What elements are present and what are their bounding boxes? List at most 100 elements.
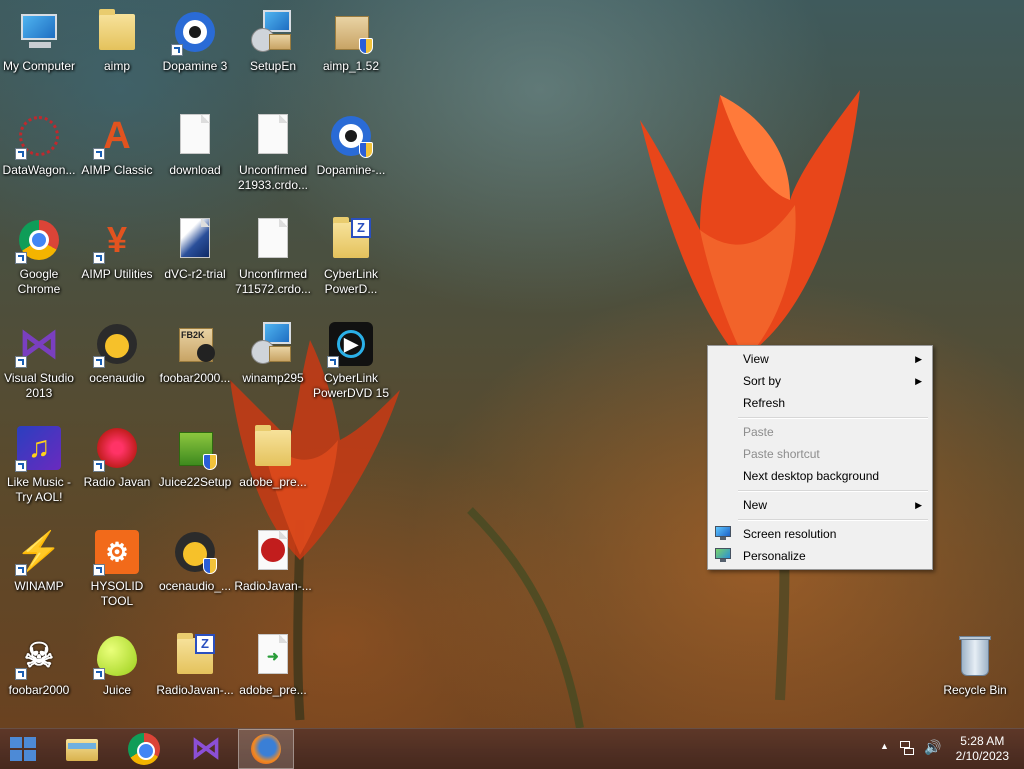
menu-item-label: Refresh <box>743 396 786 410</box>
desktop-icon-radiojavan-file[interactable]: RadioJavan-... <box>234 522 312 622</box>
file-icon <box>249 112 297 160</box>
desktop-icon-adobe-pre-file[interactable]: ➜ adobe_pre... <box>234 626 312 726</box>
desktop-icon-cyberlink-powerdvd-15[interactable]: ▶ CyberLink PowerDVD 15 <box>312 314 390 414</box>
menu-item-label: Sort by <box>743 374 782 388</box>
dvc-file-icon <box>171 216 219 264</box>
taskbar-visual-studio[interactable]: ⋈ <box>178 729 234 769</box>
icon-label: aimp_1.52 <box>322 59 380 73</box>
desktop-icon-recycle-bin[interactable]: Recycle Bin <box>936 626 1014 726</box>
juice-icon <box>93 632 141 680</box>
desktop-icon-setupen[interactable]: SetupEn <box>234 2 312 102</box>
zip-folder-icon: Z <box>327 216 375 264</box>
taskbar-google-chrome[interactable] <box>116 729 172 769</box>
desktop-icon-dvc-r2-trial[interactable]: dVC-r2-trial <box>156 210 234 310</box>
personalize-icon <box>715 548 731 562</box>
icon-label: ocenaudio_... <box>158 579 232 593</box>
juice-setup-icon <box>171 424 219 472</box>
desktop-context-menu: View ▶ Sort by ▶ Refresh Paste Paste sho… <box>707 345 933 570</box>
icon-label: Recycle Bin <box>943 683 1007 697</box>
aimp-utilities-icon: ¥ <box>93 216 141 264</box>
icon-label: Dopamine-... <box>316 163 386 177</box>
desktop-icon-aimp-folder[interactable]: aimp <box>78 2 156 102</box>
menu-item-screen-resolution[interactable]: Screen resolution <box>710 523 930 545</box>
taskbar-file-explorer[interactable] <box>54 729 110 769</box>
hysolid-icon: ⚙ <box>93 528 141 576</box>
foobar-icon: ☠ <box>15 632 63 680</box>
zip-folder-icon: Z <box>171 632 219 680</box>
desktop-icon-winamp295[interactable]: winamp295 <box>234 314 312 414</box>
icon-label: Juice <box>102 683 131 697</box>
icon-label: ocenaudio <box>89 371 145 385</box>
icon-label: winamp295 <box>242 371 304 385</box>
icon-label: HYSOLID TOOL <box>90 579 144 608</box>
desktop-icon-unconfirmed-21933[interactable]: Unconfirmed 21933.crdo... <box>234 106 312 206</box>
network-icon[interactable] <box>900 741 914 755</box>
menu-item-new[interactable]: New ▶ <box>710 494 930 516</box>
desktop-icon-winamp[interactable]: ⚡ WINAMP <box>0 522 78 622</box>
desktop-icon-cyberlink-powerd-folder[interactable]: Z CyberLink PowerD... <box>312 210 390 310</box>
desktop-icon-dopamine-installer[interactable]: Dopamine-... <box>312 106 390 206</box>
taskbar-firefox[interactable] <box>238 729 294 769</box>
menu-item-view[interactable]: View ▶ <box>710 348 930 370</box>
icon-label: DataWagon... <box>2 163 76 177</box>
menu-item-sort-by[interactable]: Sort by ▶ <box>710 370 930 392</box>
radio-javan-icon <box>93 424 141 472</box>
icon-label: RadioJavan-... <box>234 579 312 593</box>
executable-file-icon: ➜ <box>249 632 297 680</box>
desktop-icon-aimp-installer[interactable]: aimp_1.52 <box>312 2 390 102</box>
icon-label: Unconfirmed 21933.crdo... <box>237 163 309 192</box>
desktop-icon-dopamine-3[interactable]: Dopamine 3 <box>156 2 234 102</box>
menu-item-next-desktop-background[interactable]: Next desktop background <box>710 465 930 487</box>
taskbar: ⋈ ▲ 🔊 5:28 AM 2/10/2023 <box>0 728 1024 769</box>
desktop-icon-hysolid-tool[interactable]: ⚙ HYSOLID TOOL <box>78 522 156 622</box>
desktop-icon-foobar2000-installer[interactable]: FB2K foobar2000... <box>156 314 234 414</box>
desktop-icon-google-chrome[interactable]: Google Chrome <box>0 210 78 310</box>
menu-item-refresh[interactable]: Refresh <box>710 392 930 414</box>
desktop-icon-my-computer[interactable]: My Computer <box>0 2 78 102</box>
aimp-icon: A <box>93 112 141 160</box>
icon-label: Like Music - Try AOL! <box>6 475 71 504</box>
dopamine-icon <box>327 112 375 160</box>
menu-item-personalize[interactable]: Personalize <box>710 545 930 567</box>
desktop-icon-aimp-utilities[interactable]: ¥ AIMP Utilities <box>78 210 156 310</box>
desktop-icon-datawagon[interactable]: DataWagon... <box>0 106 78 206</box>
menu-item-label: Paste <box>743 425 774 439</box>
icon-label: Unconfirmed 711572.crdo... <box>235 267 311 296</box>
menu-item-paste[interactable]: Paste <box>710 421 930 443</box>
desktop-icon-aimp-classic[interactable]: A AIMP Classic <box>78 106 156 206</box>
icon-label: Radio Javan <box>83 475 151 489</box>
clock[interactable]: 5:28 AM 2/10/2023 <box>956 734 1009 764</box>
menu-separator <box>738 490 928 492</box>
desktop-icon-foobar2000[interactable]: ☠ foobar2000 <box>0 626 78 726</box>
icon-label: aimp <box>103 59 130 73</box>
desktop-icon-visual-studio-2013[interactable]: ⋈ Visual Studio 2013 <box>0 314 78 414</box>
desktop-icon-download[interactable]: download <box>156 106 234 206</box>
desktop-icon-juice22setup[interactable]: Juice22Setup <box>156 418 234 518</box>
recycle-bin-icon <box>951 632 999 680</box>
icon-label: Dopamine 3 <box>162 59 228 73</box>
computer-icon <box>15 8 63 56</box>
icon-label: SetupEn <box>249 59 297 73</box>
volume-icon[interactable]: 🔊 <box>924 739 941 756</box>
submenu-arrow-icon: ▶ <box>915 376 922 386</box>
desktop-icon-unconfirmed-711572[interactable]: Unconfirmed 711572.crdo... <box>234 210 312 310</box>
icon-label: Visual Studio 2013 <box>4 371 74 400</box>
desktop-icon-adobe-pre-folder[interactable]: adobe_pre... <box>234 418 312 518</box>
menu-item-label: Next desktop background <box>743 469 880 483</box>
desktop-icon-juice[interactable]: Juice <box>78 626 156 726</box>
start-button[interactable] <box>0 729 50 769</box>
file-icon <box>249 216 297 264</box>
folder-icon <box>249 424 297 472</box>
menu-item-paste-shortcut[interactable]: Paste shortcut <box>710 443 930 465</box>
desktop-icon-radio-javan[interactable]: Radio Javan <box>78 418 156 518</box>
icon-label: CyberLink PowerD... <box>323 267 379 296</box>
desktop-icon-ocenaudio-installer[interactable]: ocenaudio_... <box>156 522 234 622</box>
show-hidden-icons-button[interactable]: ▲ <box>880 741 889 751</box>
desktop-icon-ocenaudio[interactable]: ocenaudio <box>78 314 156 414</box>
icon-label: RadioJavan-... <box>156 683 234 697</box>
system-tray: ▲ 🔊 5:28 AM 2/10/2023 <box>864 729 1024 769</box>
folder-icon <box>93 8 141 56</box>
icon-label: adobe_pre... <box>239 683 307 697</box>
desktop-icon-like-music-aol[interactable]: ♫ Like Music - Try AOL! <box>0 418 78 518</box>
desktop-icon-radiojavan-zip[interactable]: Z RadioJavan-... <box>156 626 234 726</box>
